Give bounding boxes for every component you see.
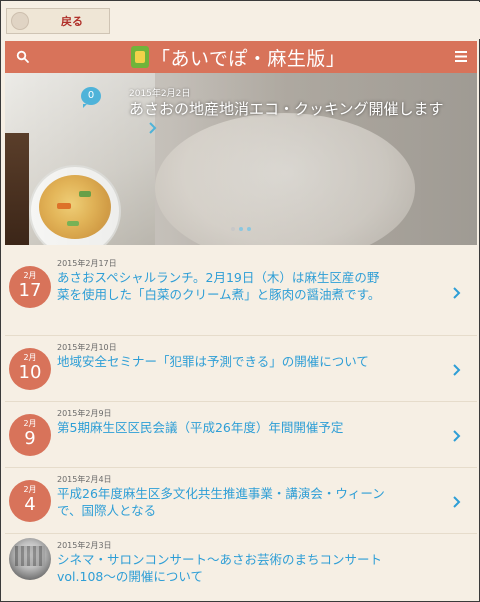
chevron-right-icon[interactable] <box>451 362 461 378</box>
back-button[interactable]: 戻る <box>6 8 110 34</box>
item-date: 2015年2月10日 <box>57 343 117 352</box>
item-date: 2015年2月17日 <box>57 259 117 268</box>
list-item[interactable]: 2月 17 2015年2月17日 あさおスペシャルランチ。2月19日（木）は麻生… <box>5 252 477 336</box>
featured-article-carousel[interactable]: 0 2015年2月2日 あさおの地産地消エコ・クッキング開催します <box>5 73 477 245</box>
carousel-pager <box>231 227 251 231</box>
carousel-dot-active[interactable] <box>239 227 243 231</box>
list-item[interactable]: 2015年2月3日 シネマ・サロンコンサート～あさお芸術のまちコンサートvol.… <box>5 534 477 592</box>
item-title[interactable]: 地域安全セミナー「犯罪は予測できる」の開催について <box>57 353 391 370</box>
chevron-right-icon[interactable] <box>451 428 461 444</box>
item-title[interactable]: シネマ・サロンコンサート～あさお芸術のまちコンサートvol.108～の開催につい… <box>57 551 391 585</box>
article-list: 2月 17 2015年2月17日 あさおスペシャルランチ。2月19日（木）は麻生… <box>5 252 477 592</box>
list-item[interactable]: 2月 4 2015年2月4日 平成26年度麻生区多文化共生推進事業・講演会・ウィ… <box>5 468 477 534</box>
site-logo-icon <box>131 46 149 68</box>
header-bar: 「あいでぽ・麻生版」 <box>5 41 477 73</box>
hero-date: 2015年2月2日 <box>129 89 191 99</box>
chevron-right-icon[interactable] <box>147 121 157 135</box>
date-badge: 2月 4 <box>9 480 51 522</box>
item-title[interactable]: あさおスペシャルランチ。2月19日（木）は麻生区産の野菜を使用した「白菜のクリー… <box>57 269 391 303</box>
list-item[interactable]: 2月 10 2015年2月10日 地域安全セミナー「犯罪は予測できる」の開催につ… <box>5 336 477 402</box>
back-icon <box>11 12 29 30</box>
item-date: 2015年2月9日 <box>57 409 112 418</box>
hamburger-menu-icon[interactable] <box>455 51 467 62</box>
item-title[interactable]: 平成26年度麻生区多文化共生推進事業・講演会・ウィーンで、国際人となる <box>57 485 391 519</box>
top-strip: 戻る <box>2 2 480 39</box>
item-date: 2015年2月4日 <box>57 475 112 484</box>
site-title: 「あいでぽ・麻生版」 <box>151 47 346 70</box>
carousel-dot[interactable] <box>231 227 235 231</box>
date-badge: 2月 17 <box>9 266 51 308</box>
chevron-right-icon[interactable] <box>451 494 461 510</box>
search-icon[interactable] <box>16 50 30 64</box>
hero-title[interactable]: あさおの地産地消エコ・クッキング開催します <box>129 99 474 119</box>
item-title[interactable]: 第5期麻生区区民会議（平成26年度）年間開催予定 <box>57 419 391 436</box>
app-frame: 戻る 「あいでぽ・麻生版」 0 2015年2月2日 あさおの地産地消エコ・クッキ… <box>0 0 480 602</box>
comment-count-badge[interactable]: 0 <box>81 87 101 108</box>
chevron-right-icon[interactable] <box>451 285 461 301</box>
back-label: 戻る <box>61 15 83 28</box>
date-badge: 2月 10 <box>9 348 51 390</box>
list-item[interactable]: 2月 9 2015年2月9日 第5期麻生区区民会議（平成26年度）年間開催予定 <box>5 402 477 468</box>
carousel-dot[interactable] <box>247 227 251 231</box>
date-badge: 2月 9 <box>9 414 51 456</box>
item-date: 2015年2月3日 <box>57 541 112 550</box>
site-brand[interactable]: 「あいでぽ・麻生版」 <box>131 44 345 70</box>
item-thumbnail <box>9 538 51 580</box>
